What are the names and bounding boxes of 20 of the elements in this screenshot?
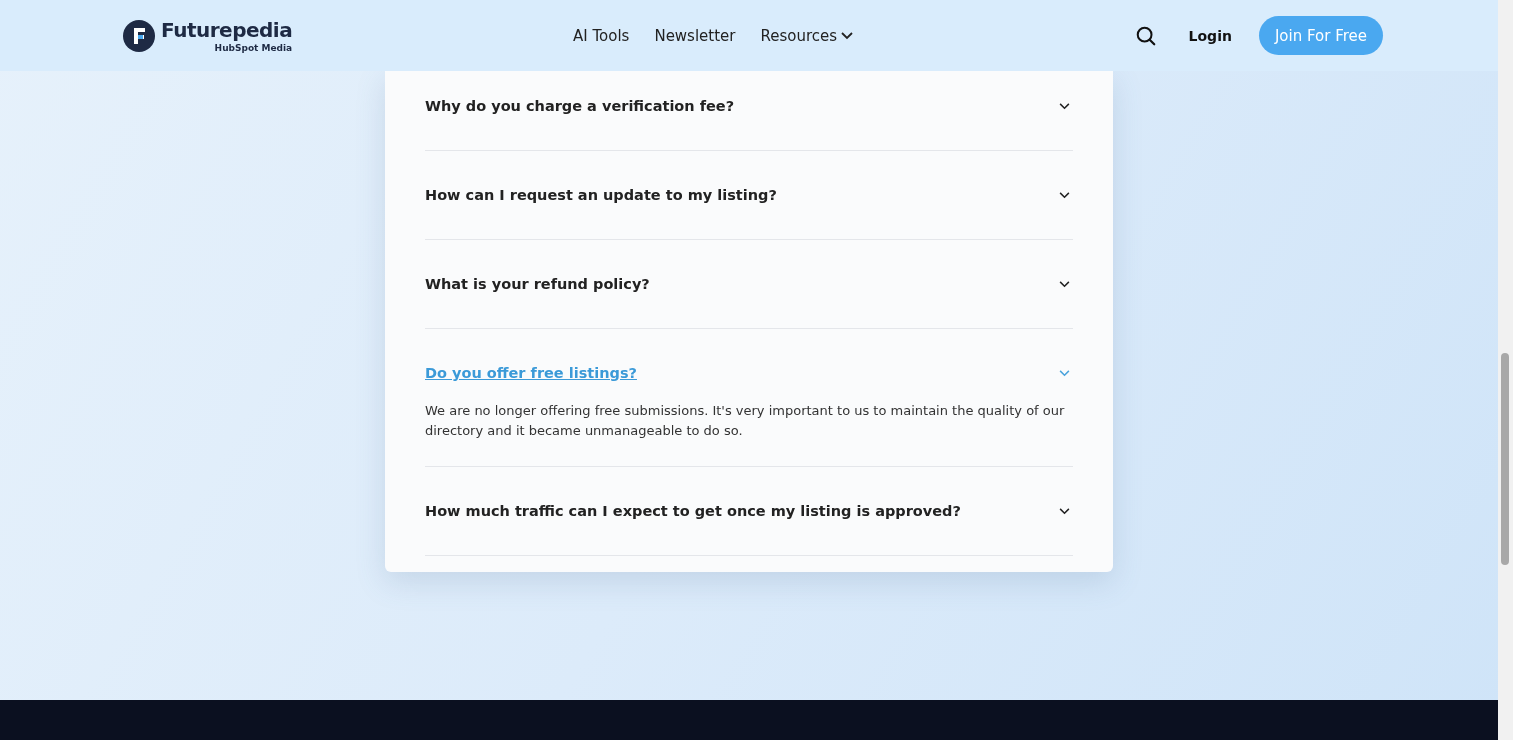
scrollbar[interactable]: [1498, 0, 1513, 740]
logo-tagline: HubSpot Media: [214, 41, 293, 54]
nav-link[interactable]: Newsletter: [654, 26, 736, 45]
caret-icon: [841, 31, 854, 40]
search-icon[interactable]: [1134, 24, 1157, 47]
logo-wordmark[interactable]: Futurepedia: [161, 17, 293, 42]
chevron-icon[interactable]: [1059, 507, 1070, 515]
scrollbar-thumb[interactable]: [1501, 353, 1509, 565]
faq-question[interactable]: What is your refund policy?: [425, 276, 650, 292]
faq-question[interactable]: How much traffic can I expect to get once my listing is approved?: [425, 503, 961, 519]
logo-icon[interactable]: [123, 19, 155, 52]
chevron-icon[interactable]: [1059, 102, 1070, 110]
faq-question[interactable]: Why do you charge a verification fee?: [425, 98, 735, 114]
chevron-icon[interactable]: [1059, 280, 1070, 288]
faq-question[interactable]: How can I request an update to my listing?: [425, 187, 777, 203]
faq-answer: We are no longer offering free submissions. It's very important to us to maintain the quality of our directory and it became unmanageable to do so.: [425, 402, 1065, 440]
login-link[interactable]: Login: [1188, 27, 1232, 44]
chevron-icon[interactable]: [1059, 191, 1070, 199]
nav-link[interactable]: AI Tools: [573, 26, 630, 45]
nav-link[interactable]: Resources: [760, 26, 854, 45]
